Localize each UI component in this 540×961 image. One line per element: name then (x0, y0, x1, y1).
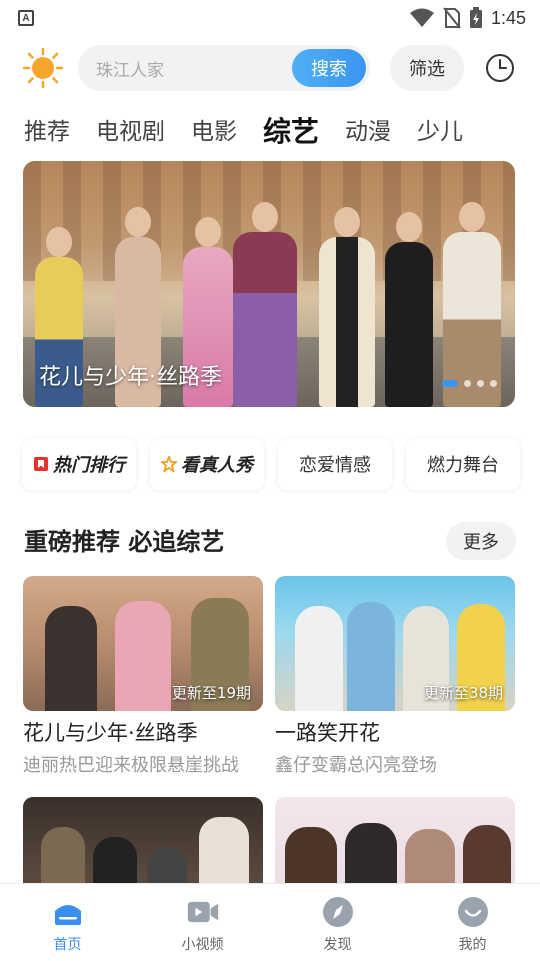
banner-figure (233, 202, 297, 407)
more-button[interactable]: 更多 (446, 522, 516, 560)
quick-chips: 热门排行 看真人秀 恋爱情感 燃力舞台 (22, 438, 540, 490)
nav-home[interactable]: 首页 (0, 884, 135, 961)
card-title: 花儿与少年·丝路季 (23, 721, 198, 745)
chip-reality-show[interactable]: 看真人秀 (150, 438, 264, 490)
show-card[interactable]: 更新至38期 一路笑开花 鑫仔变霸总闪亮登场 (275, 576, 515, 777)
banner-figure (319, 207, 375, 407)
tab-variety[interactable]: 综艺 (263, 110, 319, 154)
search-input[interactable]: 珠江人家 搜索 (78, 45, 370, 91)
tab-kids[interactable]: 少儿 (417, 110, 463, 154)
bottom-navigation: 首页 小视频 发现 我的 (0, 883, 540, 961)
weather-sun-icon[interactable] (22, 47, 64, 89)
tab-recommend[interactable]: 推荐 (24, 110, 70, 154)
filter-button[interactable]: 筛选 (390, 45, 464, 91)
nav-label: 我的 (458, 937, 487, 953)
nav-discover[interactable]: 发现 (270, 884, 405, 961)
nav-label: 小视频 (181, 937, 224, 953)
wifi-icon (409, 8, 434, 27)
chip-label: 热门排行 (53, 455, 125, 476)
nav-label: 首页 (53, 937, 82, 953)
update-badge: 更新至19期 (171, 684, 251, 702)
hero-banner[interactable]: 花儿与少年·丝路季 (23, 161, 515, 407)
pager-dot (442, 380, 458, 387)
banner-figure (385, 212, 433, 407)
chip-label: 看真人秀 (181, 455, 253, 476)
video-icon (187, 896, 219, 928)
chip-romance[interactable]: 恋爱情感 (278, 438, 392, 490)
nav-profile[interactable]: 我的 (405, 884, 540, 961)
status-bar: A 1:45 (0, 0, 540, 36)
profile-icon (457, 896, 489, 928)
card-title: 一路笑开花 (275, 721, 380, 745)
pager-dot (490, 380, 497, 387)
pager-dot (477, 380, 484, 387)
section-title: 重磅推荐 必追综艺 (24, 528, 225, 556)
show-card[interactable]: 更新至19期 花儿与少年·丝路季 迪丽热巴迎来极限悬崖挑战 (23, 576, 263, 777)
history-clock-icon[interactable] (484, 52, 516, 84)
card-thumbnail: 更新至38期 (275, 576, 515, 711)
no-sim-icon (443, 7, 461, 29)
card-thumbnail: 更新至19期 (23, 576, 263, 711)
chip-hot-ranking[interactable]: 热门排行 (22, 438, 136, 490)
search-row: 珠江人家 搜索 筛选 (22, 44, 520, 92)
star-icon (161, 456, 177, 472)
search-button[interactable]: 搜索 (292, 49, 366, 87)
nav-short-video[interactable]: 小视频 (135, 884, 270, 961)
clock: 1:45 (490, 7, 526, 28)
update-badge: 更新至38期 (423, 684, 503, 702)
tab-tv-series[interactable]: 电视剧 (96, 110, 165, 154)
card-description: 鑫仔变霸总闪亮登场 (275, 755, 437, 776)
notification-a-icon: A (18, 10, 34, 26)
battery-icon (469, 7, 482, 28)
home-icon (52, 896, 84, 928)
pager-dot (464, 380, 471, 387)
search-placeholder: 珠江人家 (96, 60, 164, 81)
banner-title: 花儿与少年·丝路季 (39, 365, 222, 390)
compass-icon (322, 896, 354, 928)
nav-label: 发现 (323, 937, 352, 953)
bookmark-icon (34, 457, 48, 471)
card-description: 迪丽热巴迎来极限悬崖挑战 (23, 755, 239, 776)
tab-anime[interactable]: 动漫 (345, 110, 391, 154)
tab-movie[interactable]: 电影 (191, 110, 237, 154)
chip-stage[interactable]: 燃力舞台 (406, 438, 520, 490)
banner-pager (442, 380, 497, 387)
category-tabs: 推荐 电视剧 电影 综艺 动漫 少儿 (24, 110, 489, 154)
